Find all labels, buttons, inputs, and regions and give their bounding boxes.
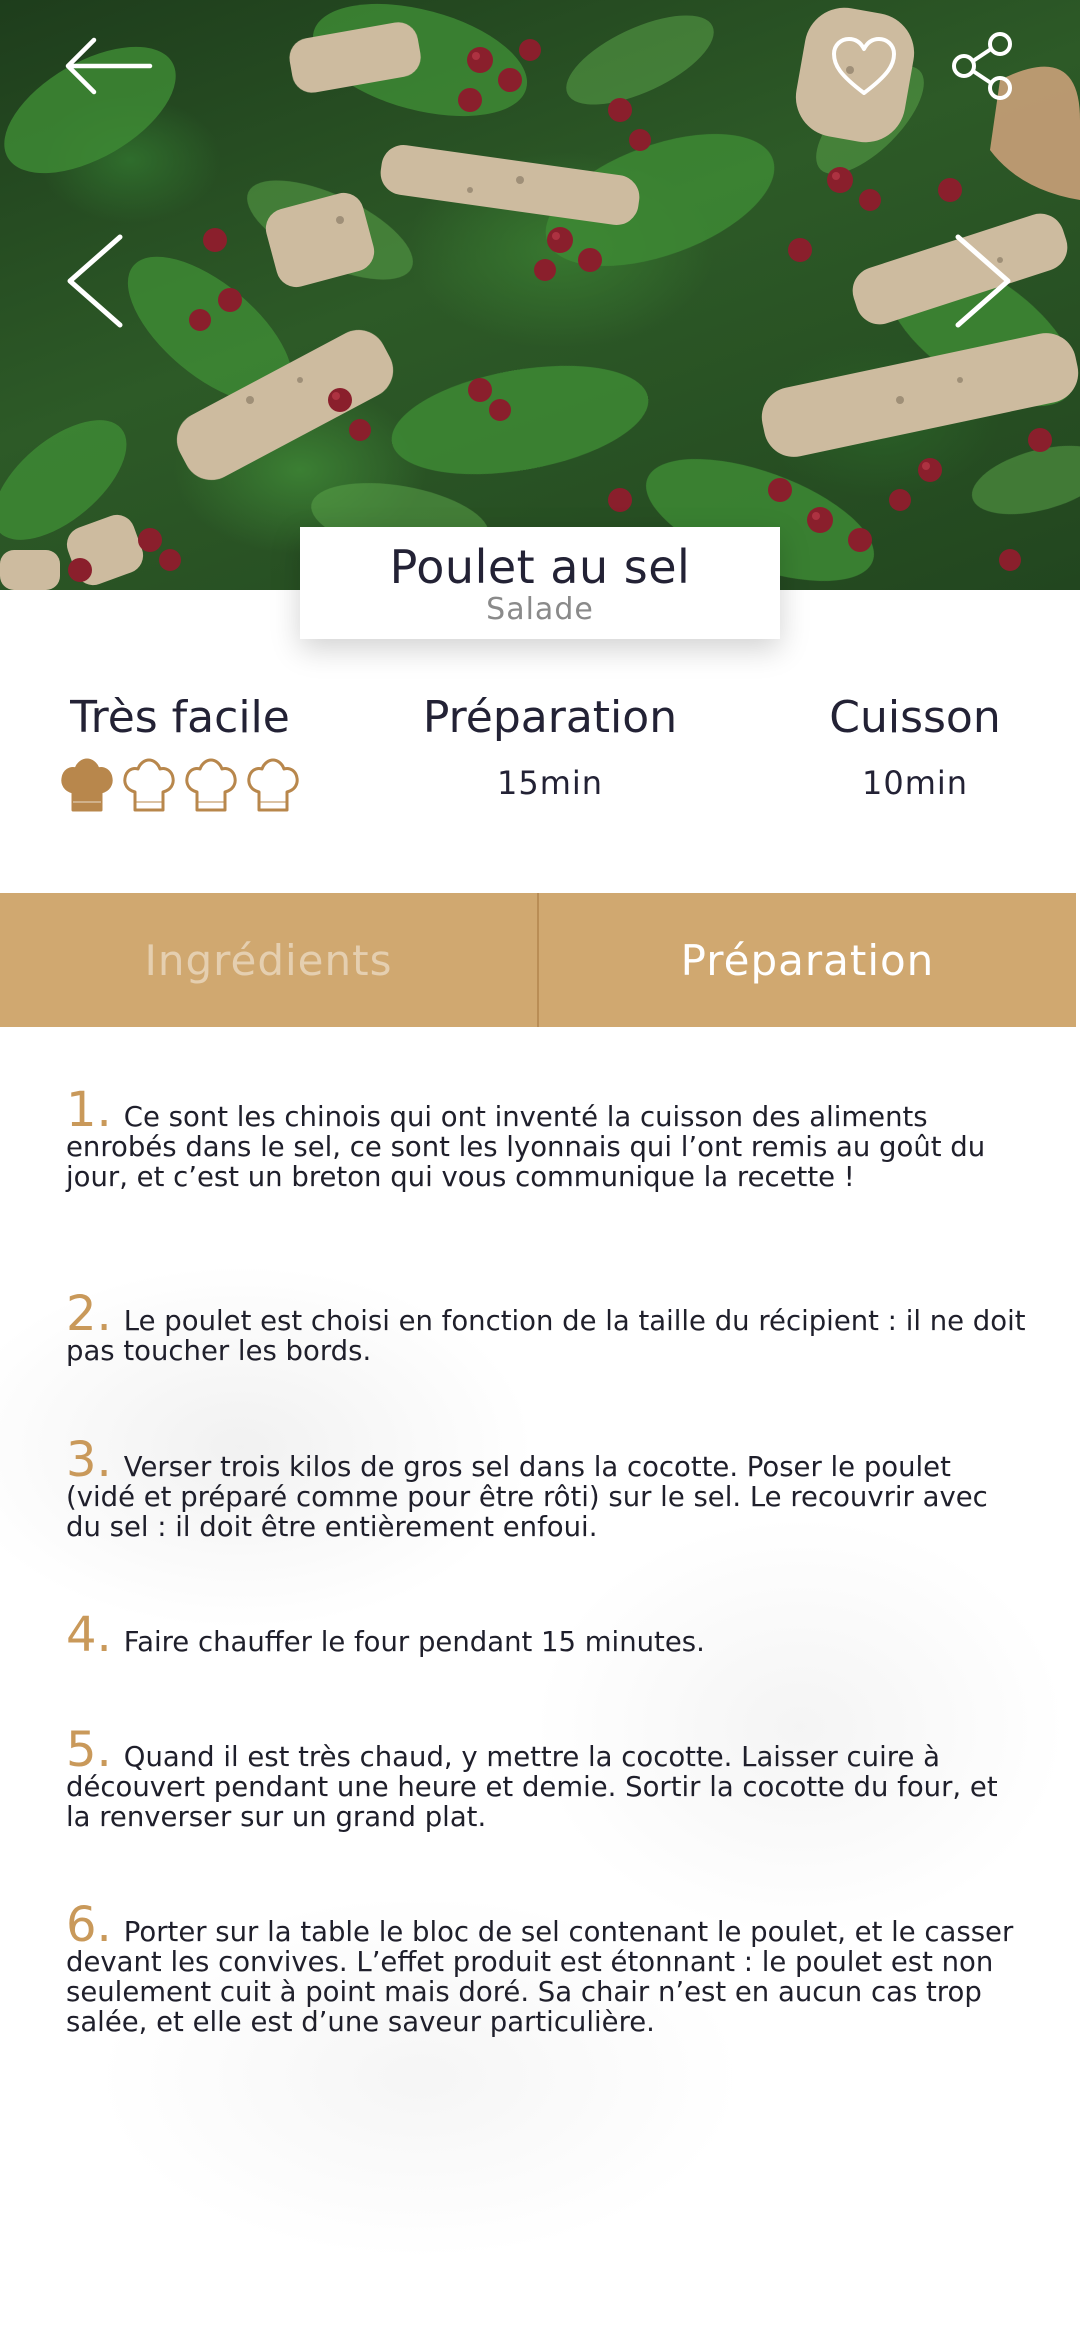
share-icon [952, 32, 1012, 100]
recipe-tabs: Ingrédients Préparation [0, 893, 1076, 1027]
difficulty-info: Très facile [40, 690, 320, 814]
step-number: 6. [66, 1897, 112, 1953]
chef-hat-icon [185, 758, 237, 812]
step-1: 1. Ce sont les chinois qui ont inventé la… [66, 1086, 1026, 1193]
chef-hat-icon [247, 758, 299, 812]
next-image-button[interactable] [944, 226, 1024, 336]
step-text: Faire chauffer le four pendant 15 minute… [123, 1626, 705, 1658]
step-number: 5. [66, 1722, 112, 1778]
step-text: Le poulet est choisi en fonction de la t… [66, 1305, 1026, 1367]
steps-background [0, 1027, 1080, 2348]
share-button[interactable] [944, 26, 1024, 106]
step-number: 3. [66, 1432, 112, 1488]
step-4: 4. Faire chauffer le four pendant 15 minu… [66, 1611, 705, 1659]
cooking-info: Cuisson 10min [775, 690, 1055, 802]
chevron-left-icon [67, 234, 123, 328]
arrow-left-icon [65, 37, 153, 95]
step-text: Porter sur la table le bloc de sel conte… [66, 1916, 1014, 2038]
preparation-time: 15min [496, 764, 604, 802]
hero-image [0, 0, 1080, 590]
chef-hat-icon [61, 758, 113, 812]
cooking-label: Cuisson [829, 692, 1001, 743]
preparation-label: Préparation [422, 692, 678, 743]
step-2: 2. Le poulet est choisi en fonction de la… [66, 1290, 1026, 1367]
tab-ingredients[interactable]: Ingrédients [0, 893, 537, 1027]
step-number: 2. [66, 1286, 112, 1342]
previous-image-button[interactable] [54, 226, 134, 336]
difficulty-rating [40, 758, 320, 814]
recipe-title: Poulet au sel [389, 540, 691, 594]
step-text: Quand il est très chaud, y mettre la coc… [66, 1741, 998, 1833]
preparation-info: Préparation 15min [380, 690, 720, 802]
recipe-category: Salade [486, 592, 594, 627]
step-6: 6. Porter sur la table le bloc de sel con… [66, 1901, 1026, 2038]
favorite-button[interactable] [826, 28, 902, 104]
chef-hat-icon [123, 758, 175, 812]
step-number: 4. [66, 1607, 112, 1663]
step-number: 1. [66, 1082, 112, 1138]
step-text: Ce sont les chinois qui ont inventé la c… [66, 1101, 986, 1193]
salad-photo [0, 3, 1080, 590]
step-3: 3. Verser trois kilos de gros sel dans la… [66, 1436, 1026, 1543]
back-button[interactable] [58, 28, 158, 104]
cooking-time: 10min [861, 764, 969, 802]
step-5: 5. Quand il est très chaud, y mettre la c… [66, 1726, 1026, 1833]
difficulty-label: Très facile [70, 692, 290, 743]
step-text: Verser trois kilos de gros sel dans la c… [66, 1451, 988, 1543]
heart-icon [832, 37, 896, 95]
recipe-title-card: Poulet au sel Salade [300, 527, 780, 639]
chevron-right-icon [955, 234, 1011, 328]
tab-preparation[interactable]: Préparation [537, 893, 1076, 1027]
